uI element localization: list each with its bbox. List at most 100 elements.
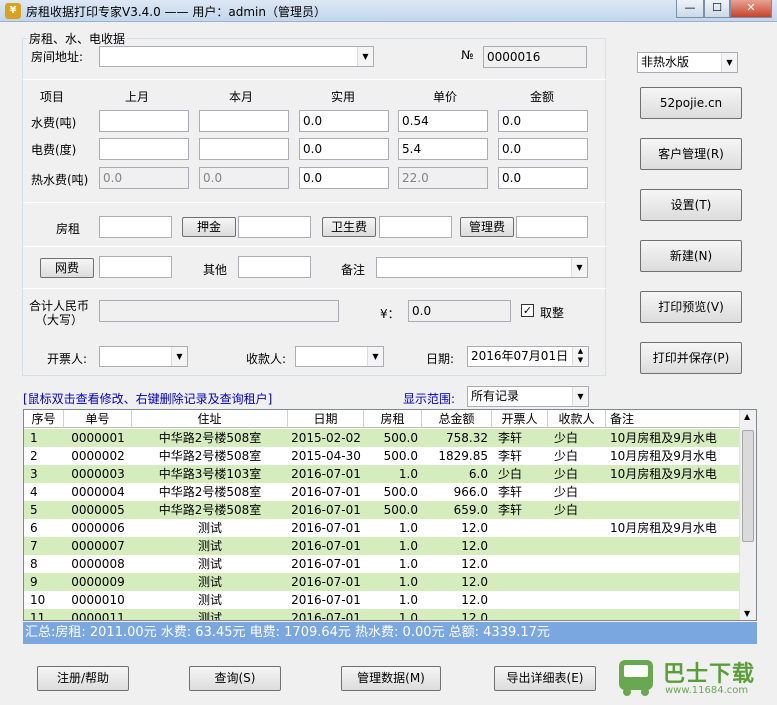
divider [23, 246, 606, 247]
new-button[interactable]: 新建(N) [640, 240, 742, 272]
52pojie-button[interactable]: 52pojie.cn [640, 87, 742, 119]
table-cell [492, 555, 548, 573]
vertical-scrollbar[interactable]: ▲ ▼ [739, 410, 756, 620]
remark-select[interactable]: ▼ [376, 257, 588, 278]
header-receipt-no[interactable]: 单号 [64, 410, 132, 428]
window-title: 房租收据打印专家V3.4.0 —— 用户：admin（管理员） [26, 5, 326, 19]
minimize-button[interactable]: — [676, 0, 704, 18]
customer-management-button[interactable]: 客户管理(R) [640, 138, 742, 170]
hot-water-actual-input[interactable]: 0.0 [299, 167, 389, 189]
header-index[interactable]: 序号 [24, 410, 64, 428]
address-label: 房间地址: [31, 50, 84, 64]
date-picker[interactable]: 2016年07月01日 ▲ ▼ [467, 346, 589, 367]
form-legend: 房租、水、电收据 [29, 32, 126, 46]
table-cell: 0000006 [71, 521, 125, 535]
table-row[interactable]: 6 0000006 测试 2016-07-01 1.0 12.0 10月房租及9月水电 [24, 519, 740, 537]
spinner-icon[interactable]: ▲ ▼ [572, 347, 588, 366]
close-button[interactable]: ✕ [730, 0, 772, 18]
hot-water-label: 热水费(吨) [31, 173, 89, 187]
electricity-current-input[interactable] [199, 138, 289, 160]
settings-button[interactable]: 设置(T) [640, 189, 742, 221]
other-input[interactable] [238, 256, 311, 278]
table-row[interactable]: 9 0000009 测试 2016-07-01 1.0 12.0 [24, 573, 740, 591]
rent-input[interactable] [99, 216, 172, 238]
table-cell [548, 519, 606, 537]
header-date[interactable]: 日期 [288, 410, 364, 428]
network-fee-input[interactable] [99, 256, 172, 278]
invoicer-select[interactable]: ▼ [99, 346, 188, 367]
register-help-button[interactable]: 注册/帮助 [37, 666, 129, 691]
header-total[interactable]: 总金额 [422, 410, 492, 428]
header-payee[interactable]: 收款人 [548, 410, 606, 428]
electricity-last-input[interactable] [99, 138, 189, 160]
payee-label: 收款人: [246, 352, 287, 366]
print-preview-button[interactable]: 打印预览(V) [640, 291, 742, 323]
table-cell [548, 537, 606, 555]
water-current-input[interactable] [199, 110, 289, 132]
table-cell: 2016-07-01 [291, 503, 361, 517]
table-cell: 测试 [197, 521, 222, 535]
table-cell: 12.0 [461, 557, 488, 571]
water-last-input[interactable] [99, 110, 189, 132]
header-address[interactable]: 住址 [132, 410, 288, 428]
query-button[interactable]: 查询(S) [189, 666, 281, 691]
management-fee-button[interactable]: 管理费 [460, 217, 514, 237]
water-amount-input[interactable]: 0.0 [498, 110, 588, 132]
summary-bar: 汇总:房租: 2011.00元 水费: 63.45元 电费: 1709.64元 … [23, 622, 757, 644]
table-row[interactable]: 7 0000007 测试 2016-07-01 1.0 12.0 [24, 537, 740, 555]
col-actual: 实用 [331, 90, 356, 104]
table-cell: 中华路2号楼508室 [158, 485, 262, 499]
table-row[interactable]: 4 0000004 中华路2号楼508室 2016-07-01 500.0 966.0 李轩… [24, 483, 740, 501]
table-cell: 测试 [197, 539, 222, 553]
col-item: 项目 [40, 90, 65, 104]
export-details-button[interactable]: 导出详细表(E) [494, 666, 596, 691]
table-row[interactable]: 3 0000003 中华路3号楼103室 2016-07-01 1.0 6.0 少白 少白 10… [24, 465, 740, 483]
table-cell: 12.0 [461, 611, 488, 621]
total-words-field [99, 300, 339, 322]
table-row[interactable]: 11 0000011 测试 2016-07-01 1.0 12.0 [24, 609, 740, 621]
network-fee-button[interactable]: 网费 [40, 258, 94, 278]
scroll-down-icon[interactable]: ▼ [744, 609, 750, 618]
table-row[interactable]: 2 0000002 中华路2号楼508室 2015-04-30 500.0 1829.85… [24, 447, 740, 465]
table-cell: 2016-07-01 [291, 593, 361, 607]
hot-water-amount-input[interactable]: 0.0 [498, 167, 588, 189]
sanitation-fee-button[interactable]: 卫生费 [322, 217, 376, 237]
water-price-input[interactable]: 0.54 [398, 110, 488, 132]
header-remark[interactable]: 备注 [606, 410, 740, 428]
water-actual-input[interactable]: 0.0 [299, 110, 389, 132]
deposit-input[interactable] [238, 216, 311, 238]
records-table[interactable]: 序号 单号 住址 日期 房租 总金额 开票人 收款人 备注 1 0000001 中华… [23, 409, 757, 621]
address-select[interactable]: ▼ [99, 46, 374, 67]
scroll-thumb[interactable] [742, 430, 754, 542]
electricity-amount-input[interactable]: 0.0 [498, 138, 588, 160]
electricity-price-input[interactable]: 5.4 [398, 138, 488, 160]
watermark-logo: 巴士下载 www.11684.com [613, 650, 773, 702]
management-fee-input[interactable] [516, 216, 588, 238]
payee-select[interactable]: ▼ [295, 346, 384, 367]
print-and-save-button[interactable]: 打印并保存(P) [640, 342, 742, 374]
table-cell: 0000010 [71, 593, 125, 607]
table-header: 序号 单号 住址 日期 房租 总金额 开票人 收款人 备注 [24, 410, 740, 428]
table-row[interactable]: 1 0000001 中华路2号楼508室 2015-02-02 500.0 758.32 李… [24, 429, 740, 447]
table-row[interactable]: 8 0000008 测试 2016-07-01 1.0 12.0 [24, 555, 740, 573]
header-rent[interactable]: 房租 [364, 410, 422, 428]
table-row[interactable]: 5 0000005 中华路2号楼508室 2016-07-01 500.0 659.0 李轩… [24, 501, 740, 519]
manage-data-button[interactable]: 管理数据(M) [341, 666, 441, 691]
table-cell: 2 [30, 449, 38, 463]
round-checkbox[interactable]: ✓ [521, 304, 534, 317]
table-cell [606, 573, 740, 591]
maximize-button[interactable]: ☐ [704, 0, 730, 18]
col-last-month: 上月 [125, 90, 150, 104]
range-select[interactable]: 所有记录 ▼ [467, 386, 589, 407]
version-select[interactable]: 非热水版 ▼ [637, 52, 738, 73]
table-cell: 少白 [554, 503, 579, 517]
scroll-up-icon[interactable]: ▲ [744, 412, 750, 421]
sanitation-fee-input[interactable] [379, 216, 452, 238]
chevron-down-icon: ▼ [571, 258, 587, 277]
electricity-actual-input[interactable]: 0.0 [299, 138, 389, 160]
header-invoicer[interactable]: 开票人 [492, 410, 548, 428]
table-cell [606, 555, 740, 573]
table-row[interactable]: 10 0000010 测试 2016-07-01 1.0 12.0 [24, 591, 740, 609]
table-cell: 10月房租及9月水电 [610, 467, 717, 481]
deposit-button[interactable]: 押金 [182, 217, 236, 237]
